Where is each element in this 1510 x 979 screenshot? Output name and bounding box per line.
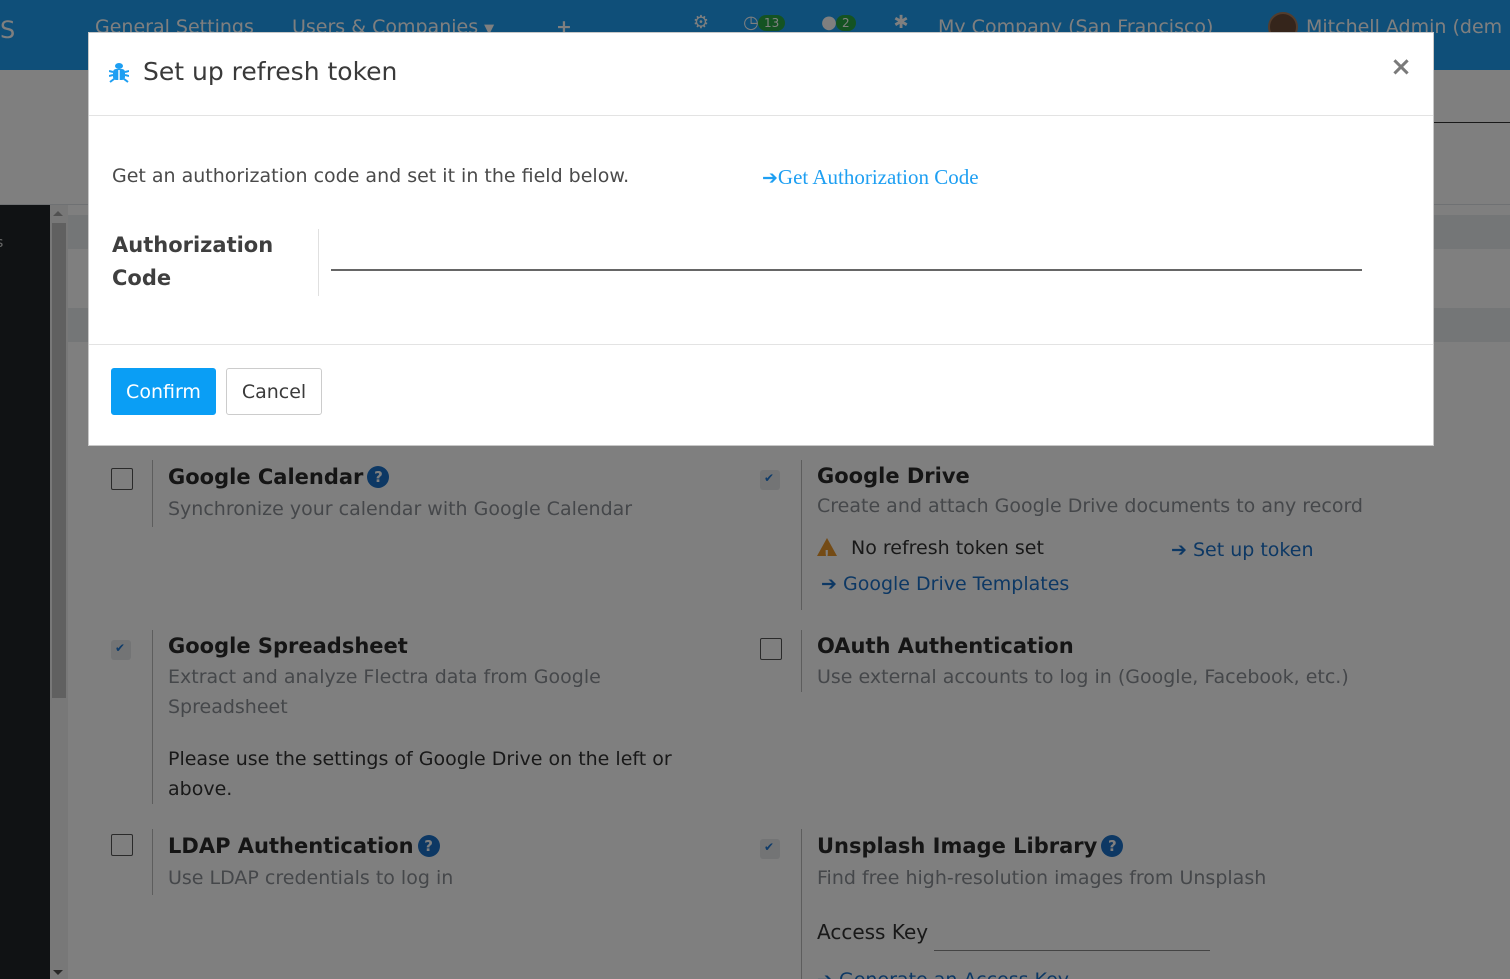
field-separator (318, 229, 319, 296)
authorization-code-input[interactable] (331, 234, 1362, 271)
dialog-footer: Confirm Cancel (89, 344, 1433, 447)
close-button[interactable]: × (1387, 53, 1415, 81)
authorization-code-label: Authorization Code (112, 233, 274, 290)
auth-link-label: Get Authorization Code (777, 165, 979, 189)
get-authorization-code-link[interactable]: ➔Get Authorization Code (762, 165, 979, 190)
bug-icon (109, 63, 129, 83)
confirm-button[interactable]: Confirm (111, 368, 216, 415)
refresh-token-dialog: Set up refresh token × Get an authorizat… (88, 32, 1434, 446)
dialog-instructions: Get an authorization code and set it in … (112, 165, 630, 187)
dialog-body: Get an authorization code and set it in … (89, 116, 1433, 344)
cancel-button[interactable]: Cancel (226, 368, 322, 415)
arrow-right-icon: ➔ (762, 167, 778, 189)
dialog-title: Set up refresh token (143, 57, 398, 86)
dialog-header: Set up refresh token × (89, 33, 1433, 116)
